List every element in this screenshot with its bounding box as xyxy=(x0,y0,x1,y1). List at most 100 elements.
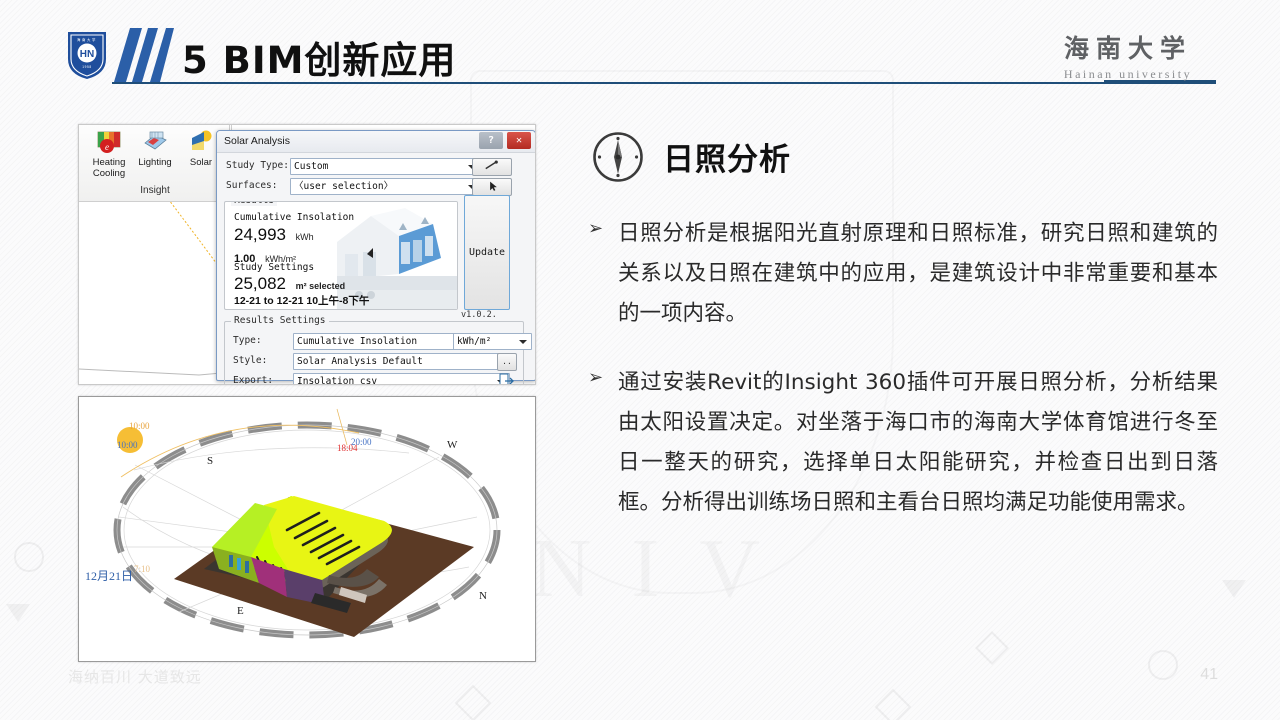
watermark-circle xyxy=(1148,650,1178,680)
help-icon[interactable]: ? xyxy=(479,132,503,149)
watermark-triangle xyxy=(1222,580,1246,598)
solar-icon xyxy=(188,129,214,155)
type-unit-value: kWh/m² xyxy=(457,336,492,347)
wand-icon xyxy=(485,160,498,170)
cumulative-insolation-value: 24,993 xyxy=(234,225,286,244)
bullet-text: 日照分析是根据阳光直射原理和日照标准，研究日照和建筑的关系以及日照在建筑中的应用… xyxy=(618,221,1218,326)
university-name-cn: 海南大学 xyxy=(1063,36,1192,63)
page-title: 5 BIM创新应用 xyxy=(182,39,457,82)
revit-insight-ribbon: e Heating Cooling Lighting Solar Insight xyxy=(79,125,232,202)
page-number: 41 xyxy=(1200,666,1218,683)
ribbon-button-lighting[interactable]: Lighting xyxy=(133,129,177,168)
ribbon-label-lighting: Lighting xyxy=(138,157,172,168)
style-row: Style: Solar Analysis Default .. xyxy=(225,353,523,371)
compass-label-e: E xyxy=(237,605,244,617)
svg-text:1958: 1958 xyxy=(82,65,92,69)
export-value: Insolation csv xyxy=(297,376,378,385)
surfaces-label: Surfaces: xyxy=(226,180,278,191)
style-value: Solar Analysis Default xyxy=(297,356,423,367)
bullet-text: 通过安装Revit的Insight 360插件可开展日照分析，分析结果由太阳设置… xyxy=(618,370,1218,515)
compass-label-s: S xyxy=(207,455,213,467)
dialog-body: Study Type: Custom Surfaces: 〈user selec… xyxy=(217,153,535,384)
header-divider xyxy=(112,82,1216,84)
svg-text:10:00: 10:00 xyxy=(117,440,138,450)
cumulative-insolation-caption: Cumulative Insolation xyxy=(234,212,355,223)
type-select[interactable]: Cumulative Insolation xyxy=(293,333,466,350)
study-settings-caption: Study Settings xyxy=(234,262,315,273)
university-name-en: Hainan university xyxy=(1063,67,1193,81)
update-button[interactable]: Update xyxy=(464,195,510,310)
select-cursor-button[interactable] xyxy=(472,178,512,196)
results-legend: Results xyxy=(231,202,278,206)
svg-text:10:00: 10:00 xyxy=(129,421,150,431)
triple-slash-decoration-icon xyxy=(112,28,174,82)
results-group: Results xyxy=(224,201,458,310)
svg-text:海南大学: 海南大学 xyxy=(77,37,97,42)
svg-text:18:04: 18:04 xyxy=(337,443,358,453)
watermark-diamond xyxy=(454,684,492,720)
sun-path-diagram: S E W N 10:00 10:00 20:00 18:04 7:10 12月… xyxy=(79,397,535,661)
ribbon-button-heating-cooling[interactable]: e Heating Cooling xyxy=(87,129,131,179)
bullet-marker-icon: ➢ xyxy=(588,367,604,387)
results-settings-group: Results Settings Type: Cumulative Insola… xyxy=(224,315,532,385)
date-range: 12-21 to 12-21 10上午-8下午 xyxy=(234,295,370,307)
type-row: Type: Cumulative Insolation kWh/m² xyxy=(225,333,532,350)
cursor-arrow-icon xyxy=(490,181,497,191)
area-value: 25,082 xyxy=(234,274,286,293)
chevron-down-icon xyxy=(519,340,527,344)
export-file-button[interactable] xyxy=(497,373,515,384)
bullet-marker-icon: ➢ xyxy=(588,218,604,238)
style-select[interactable]: Solar Analysis Default xyxy=(293,353,510,370)
slide-canvas: UNIV HN 海南大学 1958 5 BIM创新应用 海南大学 xyxy=(0,0,1280,720)
watermark-diamond xyxy=(874,688,912,720)
compass-label-n: N xyxy=(479,590,487,602)
export-file-icon xyxy=(499,373,514,384)
version-label: v1.0.2. xyxy=(461,310,497,320)
watermark-diamond xyxy=(975,631,1009,665)
ribbon-label-cooling: Cooling xyxy=(92,168,126,179)
watermark-circle xyxy=(14,542,44,572)
compass-label-w: W xyxy=(447,439,458,451)
pick-wand-button[interactable] xyxy=(472,158,512,176)
ribbon-panel-label: Insight xyxy=(140,185,170,196)
style-browse-button[interactable]: .. xyxy=(497,353,517,371)
surfaces-select[interactable]: 〈user selection〉 xyxy=(290,178,481,195)
bullet-item: ➢ 日照分析是根据阳光直射原理和日照标准，研究日照和建筑的关系以及日照在建筑中的… xyxy=(588,214,1218,334)
svg-text:HN: HN xyxy=(80,49,94,60)
bullet-item: ➢ 通过安装Revit的Insight 360插件可开展日照分析，分析结果由太阳… xyxy=(588,363,1218,523)
dialog-titlebar[interactable]: Solar Analysis ? ✕ xyxy=(217,131,535,153)
university-branding: 海南大学 Hainan university xyxy=(1038,29,1218,82)
surfaces-value: 〈user selection〉 xyxy=(294,181,394,192)
style-label: Style: xyxy=(233,355,268,366)
svg-text:e: e xyxy=(105,142,109,152)
sun-study-date-label: 12月21日 xyxy=(85,569,133,583)
study-type-row: Study Type: Custom xyxy=(224,158,528,176)
type-label: Type: xyxy=(233,335,262,346)
svg-text:7:10: 7:10 xyxy=(134,564,151,574)
solar-analysis-dialog[interactable]: Solar Analysis ? ✕ Study Type: Custom Su… xyxy=(216,130,535,384)
hainan-university-shield-logo-icon: HN 海南大学 1958 xyxy=(66,29,108,81)
watermark-triangle xyxy=(6,604,30,622)
heating-cooling-icon: e xyxy=(96,129,122,155)
export-select[interactable]: Insolation csv xyxy=(293,373,510,385)
study-type-select[interactable]: Custom xyxy=(290,158,481,175)
export-row: Export: Insolation csv xyxy=(225,373,523,385)
lighting-icon xyxy=(142,129,168,155)
footer-motto: 海纳百川 大道致远 xyxy=(68,668,202,686)
section-heading: 日照分析 xyxy=(663,142,791,178)
cumulative-insolation-unit: kWh xyxy=(295,232,314,242)
revit-solar-analysis-screenshot: e Heating Cooling Lighting Solar Insight… xyxy=(78,124,536,385)
close-icon[interactable]: ✕ xyxy=(507,132,531,149)
sun-path-stadium-3d-view: S E W N 10:00 10:00 20:00 18:04 7:10 12月… xyxy=(78,396,536,662)
dialog-title: Solar Analysis xyxy=(224,135,290,147)
surfaces-row: Surfaces: 〈user selection〉 xyxy=(224,178,528,196)
results-settings-legend: Results Settings xyxy=(231,315,329,326)
slide-header: HN 海南大学 1958 5 BIM创新应用 海南大学 Hainan unive… xyxy=(0,0,1280,92)
type-value: Cumulative Insolation xyxy=(297,336,418,347)
compass-icon xyxy=(592,131,644,183)
area-row: 25,082 m² selected xyxy=(234,274,345,294)
ribbon-label-heating: Heating xyxy=(92,157,126,168)
cumulative-insolation-value-row: 24,993 kWh xyxy=(234,225,314,245)
export-label: Export: xyxy=(233,375,274,385)
type-unit-select[interactable]: kWh/m² xyxy=(453,333,532,350)
